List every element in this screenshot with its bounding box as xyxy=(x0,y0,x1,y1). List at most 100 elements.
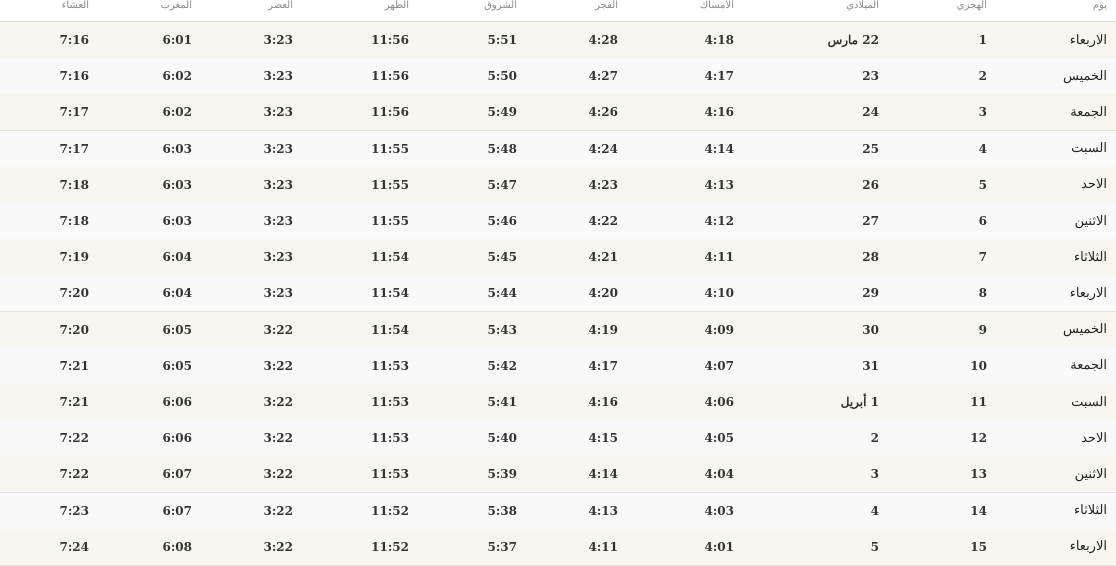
cell-asr: 3:22 xyxy=(263,503,293,518)
cell-dhuhr: 11:56 xyxy=(371,33,409,47)
cell-imsak: 4:10 xyxy=(704,286,734,301)
cell-dhuhr: 11:55 xyxy=(371,214,409,228)
cell-hijri: 10 xyxy=(970,358,987,373)
cell-asr: 3:23 xyxy=(263,250,293,265)
cell-imsak: 4:11 xyxy=(704,250,734,265)
cell-maghrib: 6:08 xyxy=(162,539,192,554)
table-row: الاربعاء 8 29 4:10 4:20 5:44 11:54 3:23 6:04 7:20 xyxy=(0,275,1116,313)
cell-day: الاحد xyxy=(1081,430,1107,446)
cell-day: الاحد xyxy=(1081,177,1107,193)
cell-shuruq: 5:50 xyxy=(487,69,517,84)
cell-dhuhr: 11:53 xyxy=(371,431,409,446)
table-row: الثلاثاء 14 4 4:03 4:13 5:38 11:52 3:22 6:07 7:23 xyxy=(0,492,1116,530)
cell-gregorian: 1 أبريل xyxy=(840,395,879,409)
cell-isha: 7:17 xyxy=(59,141,89,156)
cell-shuruq: 5:47 xyxy=(487,177,517,192)
table-row: السبت 11 1 أبريل 4:06 4:16 5:41 11:53 3:22 6:06 7… xyxy=(0,384,1116,421)
cell-hijri: 11 xyxy=(970,395,987,409)
cell-maghrib: 6:06 xyxy=(162,431,192,446)
cell-day: السبت xyxy=(1071,141,1107,157)
cell-isha: 7:20 xyxy=(59,322,89,337)
cell-gregorian: 4 xyxy=(870,503,879,518)
cell-shuruq: 5:39 xyxy=(487,467,517,482)
cell-shuruq: 5:49 xyxy=(487,105,517,120)
cell-shuruq: 5:51 xyxy=(487,33,517,47)
cell-fajr: 4:23 xyxy=(588,177,618,192)
cell-asr: 3:22 xyxy=(263,322,293,337)
cell-day: الاربعاء xyxy=(1069,539,1107,555)
cell-fajr: 4:15 xyxy=(588,431,618,446)
cell-imsak: 4:09 xyxy=(704,322,734,337)
header-imsak: الامساك xyxy=(699,0,734,11)
cell-hijri: 3 xyxy=(978,105,987,120)
cell-fajr: 4:26 xyxy=(588,105,618,120)
cell-gregorian: 30 xyxy=(862,322,879,337)
cell-gregorian: 27 xyxy=(862,214,879,228)
cell-fajr: 4:14 xyxy=(588,467,618,482)
cell-gregorian: 25 xyxy=(862,141,879,156)
header-fajr: الفجر xyxy=(595,0,618,11)
cell-dhuhr: 11:52 xyxy=(371,503,409,518)
cell-shuruq: 5:37 xyxy=(487,539,517,554)
table-row: الاثنين 6 27 4:12 4:22 5:46 11:55 3:23 6:03 7:18 xyxy=(0,203,1116,240)
cell-maghrib: 6:03 xyxy=(162,177,192,192)
cell-fajr: 4:20 xyxy=(588,286,618,301)
cell-isha: 7:18 xyxy=(59,177,89,192)
cell-fajr: 4:17 xyxy=(588,358,618,373)
cell-hijri: 14 xyxy=(970,503,987,518)
cell-asr: 3:23 xyxy=(263,33,293,47)
cell-hijri: 13 xyxy=(970,467,987,482)
header-isha: العشاء xyxy=(61,0,89,11)
cell-isha: 7:22 xyxy=(59,467,89,482)
cell-imsak: 4:12 xyxy=(704,214,734,228)
cell-gregorian: 3 xyxy=(870,467,879,482)
cell-imsak: 4:06 xyxy=(704,395,734,409)
cell-dhuhr: 11:52 xyxy=(371,539,409,554)
cell-maghrib: 6:05 xyxy=(162,322,192,337)
cell-maghrib: 6:06 xyxy=(162,395,192,409)
cell-asr: 3:22 xyxy=(263,431,293,446)
cell-isha: 7:23 xyxy=(59,503,89,518)
cell-shuruq: 5:43 xyxy=(487,322,517,337)
cell-shuruq: 5:40 xyxy=(487,431,517,446)
cell-maghrib: 6:05 xyxy=(162,358,192,373)
cell-dhuhr: 11:53 xyxy=(371,358,409,373)
prayer-times-table: يوم الهجري الميلادي الامساك الفجر الشروق الظهر… xyxy=(0,0,1116,566)
cell-asr: 3:22 xyxy=(263,395,293,409)
cell-imsak: 4:18 xyxy=(704,33,734,47)
cell-imsak: 4:05 xyxy=(704,431,734,446)
cell-maghrib: 6:04 xyxy=(162,250,192,265)
cell-hijri: 7 xyxy=(978,250,987,265)
cell-hijri: 1 xyxy=(978,33,987,47)
header-dhuhr: الظهر xyxy=(384,0,409,11)
cell-maghrib: 6:02 xyxy=(162,69,192,84)
cell-gregorian: 29 xyxy=(862,286,879,301)
cell-dhuhr: 11:55 xyxy=(371,141,409,156)
cell-asr: 3:23 xyxy=(263,141,293,156)
cell-imsak: 4:07 xyxy=(704,358,734,373)
header-day: يوم xyxy=(1092,0,1107,11)
header-maghrib: المغرب xyxy=(160,0,192,11)
cell-dhuhr: 11:54 xyxy=(371,286,409,301)
cell-gregorian: 24 xyxy=(862,105,879,120)
cell-hijri: 15 xyxy=(970,539,987,554)
cell-maghrib: 6:02 xyxy=(162,105,192,120)
cell-dhuhr: 11:55 xyxy=(371,177,409,192)
table-row: الاربعاء 15 5 4:01 4:11 5:37 11:52 3:22 6:08 7:24 xyxy=(0,528,1116,566)
table-row: الاحد 5 26 4:13 4:23 5:47 11:55 3:23 6:03 7:18 xyxy=(0,166,1116,204)
cell-hijri: 12 xyxy=(970,431,987,446)
cell-shuruq: 5:48 xyxy=(487,141,517,156)
cell-asr: 3:23 xyxy=(263,105,293,120)
table-header-row: يوم الهجري الميلادي الامساك الفجر الشروق الظهر… xyxy=(0,0,1116,22)
cell-dhuhr: 11:53 xyxy=(371,395,409,409)
table-row: الجمعة 10 31 4:07 4:17 5:42 11:53 3:22 6:05 7:21 xyxy=(0,347,1116,385)
cell-shuruq: 5:46 xyxy=(487,214,517,228)
cell-asr: 3:22 xyxy=(263,539,293,554)
cell-day: الثلاثاء xyxy=(1074,249,1107,265)
table-row: الخميس 2 23 4:17 4:27 5:50 11:56 3:23 6:02 7:16 xyxy=(0,58,1116,96)
cell-day: الاثنين xyxy=(1074,213,1107,229)
cell-fajr: 4:16 xyxy=(588,395,618,409)
cell-asr: 3:23 xyxy=(263,69,293,84)
cell-maghrib: 6:07 xyxy=(162,503,192,518)
cell-gregorian: 28 xyxy=(862,250,879,265)
